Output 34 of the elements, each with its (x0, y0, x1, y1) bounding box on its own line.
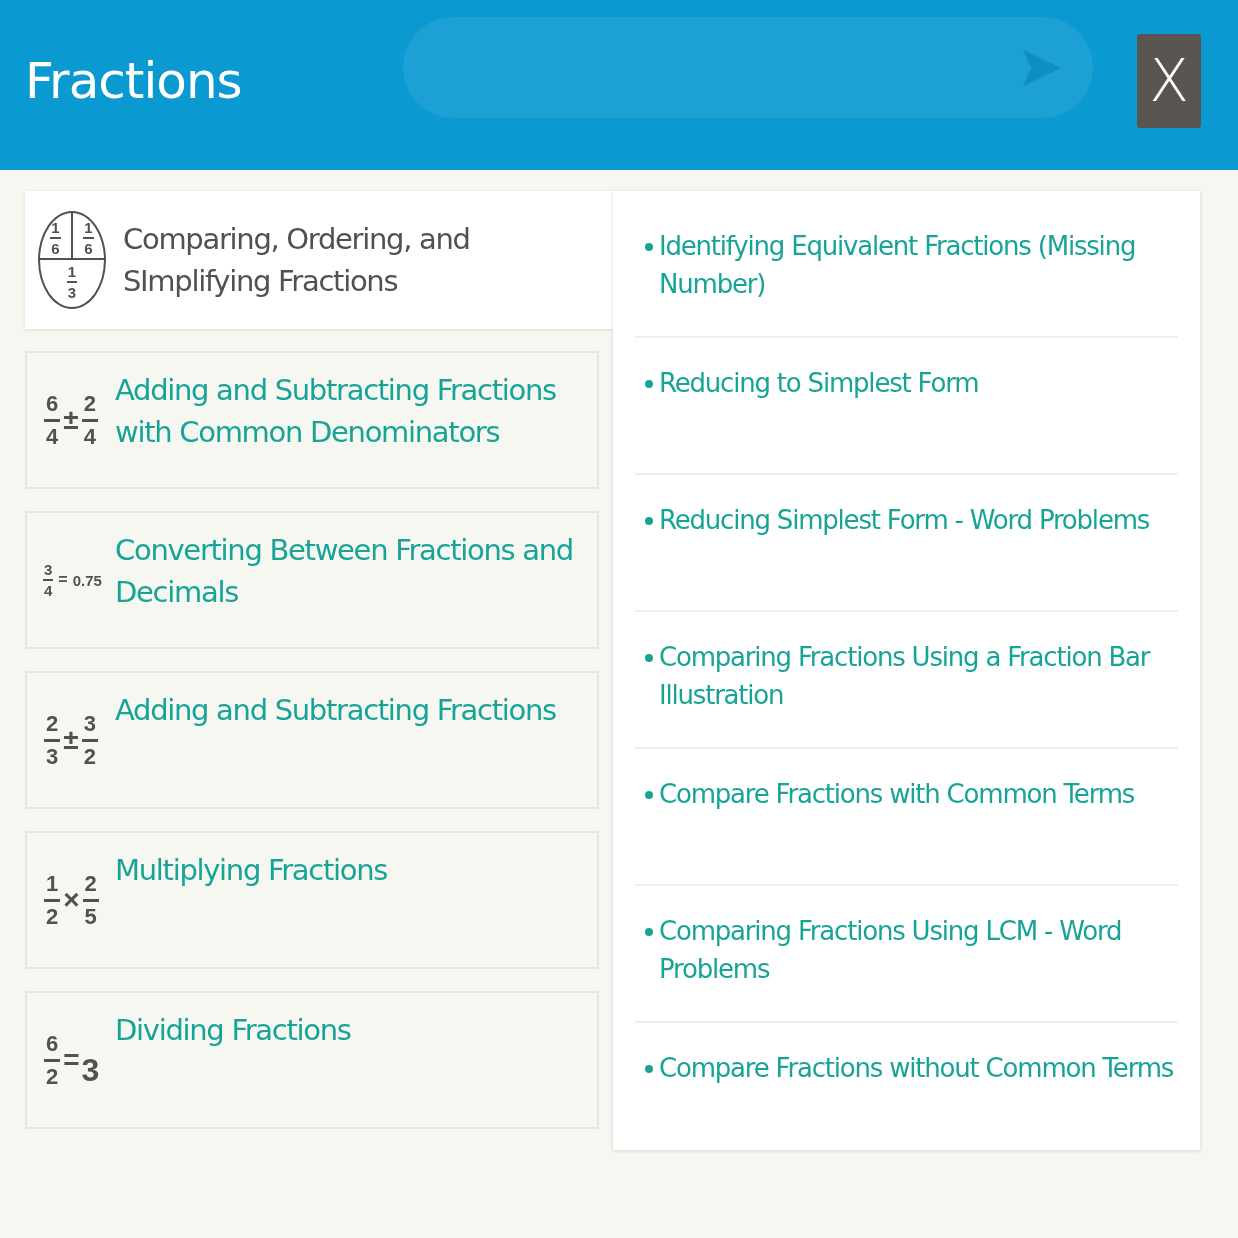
bullet-icon (645, 517, 653, 525)
fraction: 1 2 (44, 872, 61, 928)
bullet-icon (645, 243, 653, 251)
fraction: 2 3 (44, 712, 61, 768)
bullet-icon (645, 380, 653, 388)
operator: = (58, 572, 68, 588)
fraction: 2 4 (81, 392, 98, 448)
fraction: 1 6 (50, 219, 61, 256)
topic-title: Adding and Subtracting Fractions (115, 692, 556, 729)
close-button[interactable]: X (1137, 34, 1201, 128)
bullet-icon (645, 928, 653, 936)
operator: ± (63, 406, 79, 434)
operator: ± (63, 726, 79, 754)
topic-card[interactable]: 1 6 1 6 1 3 Comparing, Ordering, and SImplifying Fractions (25, 191, 613, 329)
topic-title: Comparing, Ordering, and SImplifying Fractions (123, 221, 471, 300)
topic-title: Adding and Subtracting Fractions with Common Denominators (115, 372, 557, 451)
fraction: 3 4 (43, 562, 54, 598)
fraction: 2 5 (82, 872, 99, 928)
dialog-title: Fractions (25, 51, 242, 112)
bullet-icon (645, 654, 653, 662)
bullet-icon (645, 791, 653, 799)
topic-title: Dividing Fractions (115, 1012, 351, 1049)
topic-title: Multiplying Fractions (115, 852, 388, 889)
fraction: 6 2 (44, 1032, 61, 1088)
fraction: 1 3 (66, 264, 78, 300)
fraction: 6 4 (44, 392, 61, 448)
operator: × (63, 886, 80, 914)
operator: = (63, 1046, 80, 1074)
fraction: 1 6 (83, 219, 94, 256)
bullet-icon (645, 1065, 653, 1073)
fraction: 3 2 (81, 712, 98, 768)
number: 0.75 (72, 572, 102, 588)
topic-title: Converting Between Fractions and Decimals (115, 532, 574, 611)
number: 3 (81, 1054, 100, 1086)
